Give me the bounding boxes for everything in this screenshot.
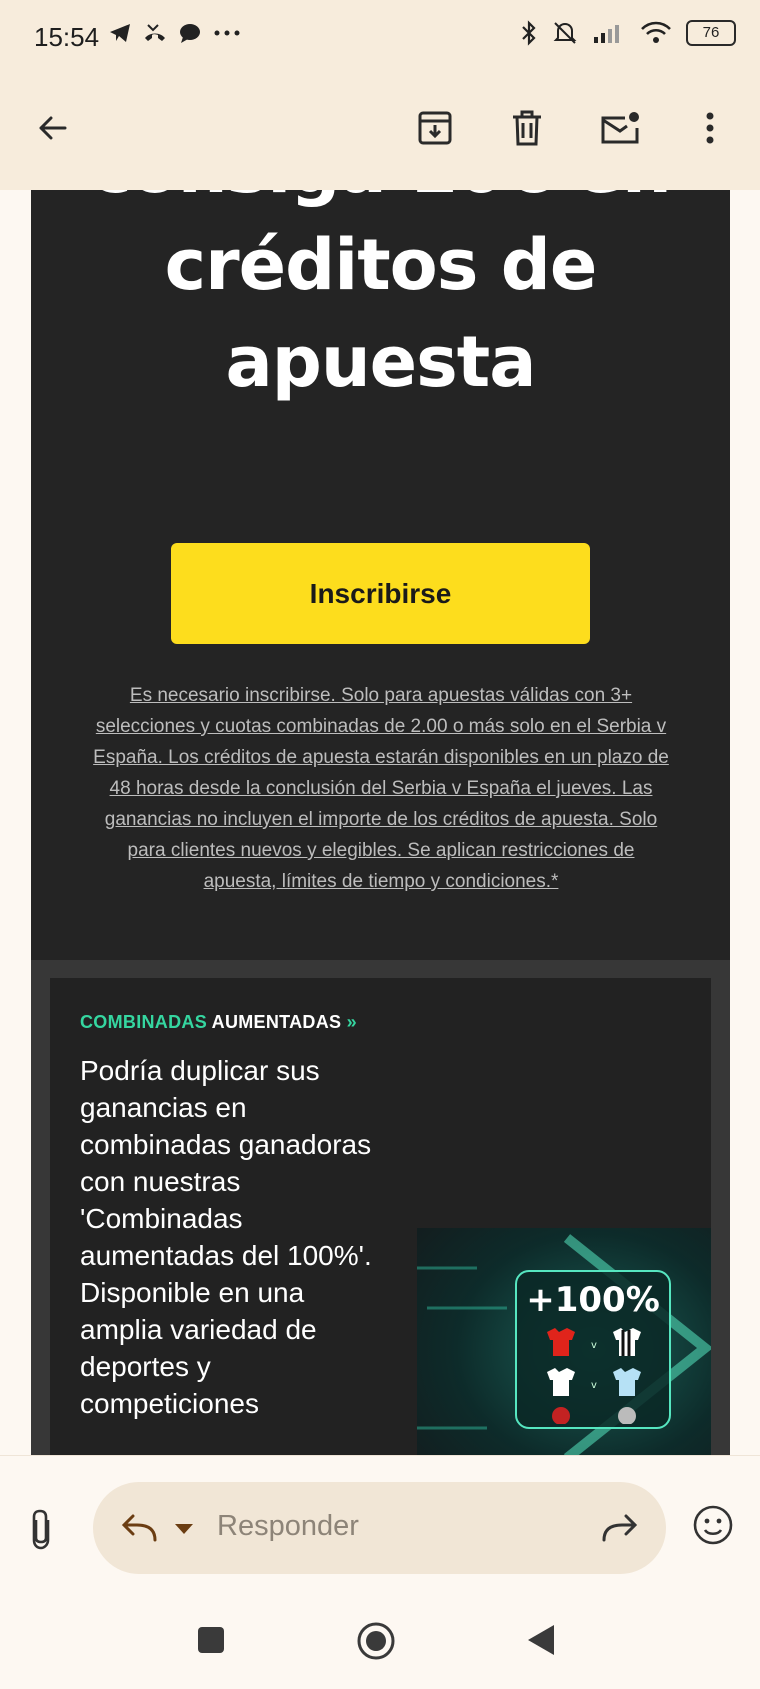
app-bar [0, 72, 760, 190]
promo-card: COMBINADAS AUMENTADAS » Podría duplicar … [50, 978, 711, 1455]
promo-image[interactable]: +100% v v [417, 1228, 711, 1455]
svg-text:v: v [591, 1380, 597, 1391]
mark-unread-button[interactable] [592, 100, 648, 156]
svg-text:v: v [591, 1340, 597, 1351]
emoji-button[interactable] [692, 1504, 734, 1551]
promo-body: Podría duplicar sus ganancias en combina… [80, 1055, 372, 1419]
reply-arrow-icon[interactable] [119, 1512, 159, 1544]
reply-placeholder: Responder [217, 1510, 359, 1542]
telegram-icon [110, 24, 130, 42]
hero-banner: consiga 10€ en créditos de apuesta Inscr… [31, 190, 730, 960]
email-body: consiga 10€ en créditos de apuesta Inscr… [0, 190, 760, 1455]
delete-button[interactable] [499, 100, 555, 156]
promo-section: COMBINADAS AUMENTADAS » Podría duplicar … [31, 960, 730, 1455]
archive-button[interactable] [407, 100, 463, 156]
reply-bar: Responder [0, 1455, 760, 1586]
hero-title: consiga 10€ en créditos de apuesta [90, 190, 672, 403]
more-horiz-icon [214, 30, 240, 36]
boost-text: +100% [526, 1280, 660, 1320]
home-button[interactable] [356, 1621, 396, 1666]
wifi-icon [641, 21, 671, 43]
emoji-icon [693, 1505, 733, 1545]
reply-input[interactable]: Responder [93, 1482, 666, 1574]
forward-arrow-icon[interactable] [600, 1512, 640, 1544]
system-nav-bar [0, 1585, 760, 1689]
signup-button[interactable]: Inscribirse [171, 543, 590, 644]
missed-call-icon [145, 24, 165, 41]
mark-unread-icon [601, 112, 639, 144]
status-time: 15:54 [34, 22, 100, 52]
bluetooth-icon [522, 20, 536, 46]
recents-button[interactable] [196, 1625, 226, 1660]
battery-indicator: 76 [686, 20, 736, 46]
bell-off-icon [553, 22, 577, 44]
paperclip-icon [32, 1509, 50, 1550]
more-vert-icon [706, 112, 714, 144]
back-button[interactable] [25, 100, 81, 156]
chat-bubble-icon [180, 24, 200, 43]
back-nav-button[interactable] [526, 1623, 556, 1662]
chevron-right-icon: » [346, 1012, 357, 1032]
jerseys-icon: v v [547, 1328, 641, 1424]
status-bar: 15:54 76 [0, 0, 760, 72]
promo-tag-green: COMBINADAS [80, 1012, 207, 1032]
trash-icon [513, 110, 541, 146]
archive-icon [418, 111, 452, 145]
circle-home-icon [357, 1622, 395, 1660]
terms-link[interactable]: Es necesario inscribirse. Solo para apue… [91, 680, 671, 897]
signal-icon [594, 25, 619, 43]
boost-badge: +100% v v [515, 1270, 671, 1429]
chevron-down-icon[interactable] [173, 1522, 195, 1536]
promo-tag: COMBINADAS AUMENTADAS » [80, 1012, 357, 1033]
attach-button[interactable] [26, 1508, 56, 1555]
triangle-back-icon [528, 1625, 554, 1655]
back-arrow-icon [39, 116, 67, 140]
more-options-button[interactable] [682, 100, 738, 156]
promo-tag-white: AUMENTADAS [211, 1012, 342, 1032]
square-recents-icon [198, 1627, 224, 1653]
